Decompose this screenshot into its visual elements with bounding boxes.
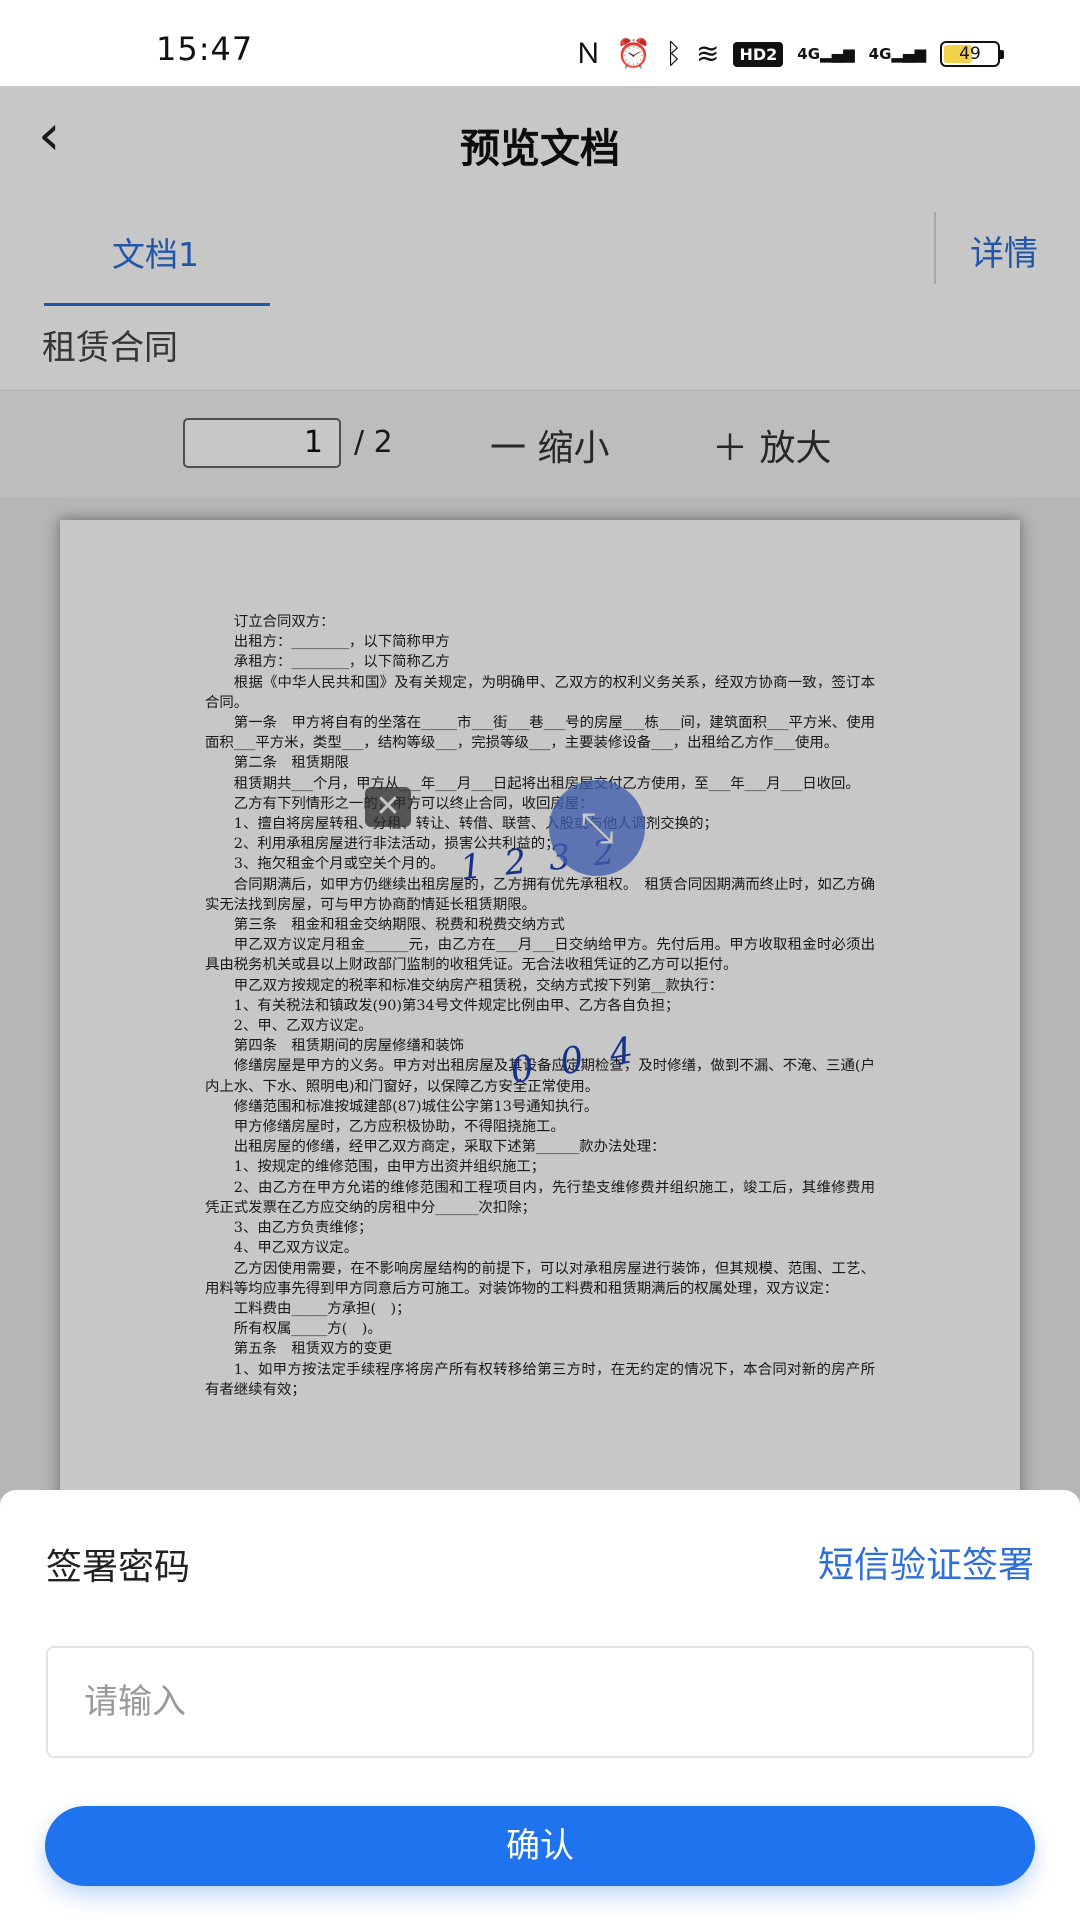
bluetooth-icon: ᛒ	[665, 37, 682, 70]
sign-password-sheet: 签署密码 短信验证签署 请输入 确认	[0, 1490, 1080, 1920]
nfc-icon: Ｎ	[574, 37, 603, 70]
confirm-button[interactable]: 确认	[45, 1806, 1035, 1886]
sheet-title: 签署密码	[46, 1547, 191, 1588]
battery-icon: 49	[940, 41, 1004, 67]
hd-badge: HD2	[733, 41, 784, 67]
password-input[interactable]: 请输入	[46, 1646, 1034, 1758]
status-bar: 15:47 Ｎ ⏰ ᛒ ≋ HD2 4G▂▄▆ 4G▂▄▆ 49	[0, 0, 1080, 86]
alarm-icon: ⏰	[616, 37, 652, 70]
status-time: 15:47	[156, 30, 254, 68]
status-icons: Ｎ ⏰ ᛒ ≋ HD2 4G▂▄▆ 4G▂▄▆ 49	[574, 34, 1004, 74]
wifi-icon: ≋	[696, 37, 720, 70]
signal-icon-2: 4G▂▄▆	[868, 45, 926, 63]
signal-icon-1: 4G▂▄▆	[797, 45, 855, 63]
sms-verify-sign-link[interactable]: 短信验证签署	[818, 1536, 1034, 1588]
